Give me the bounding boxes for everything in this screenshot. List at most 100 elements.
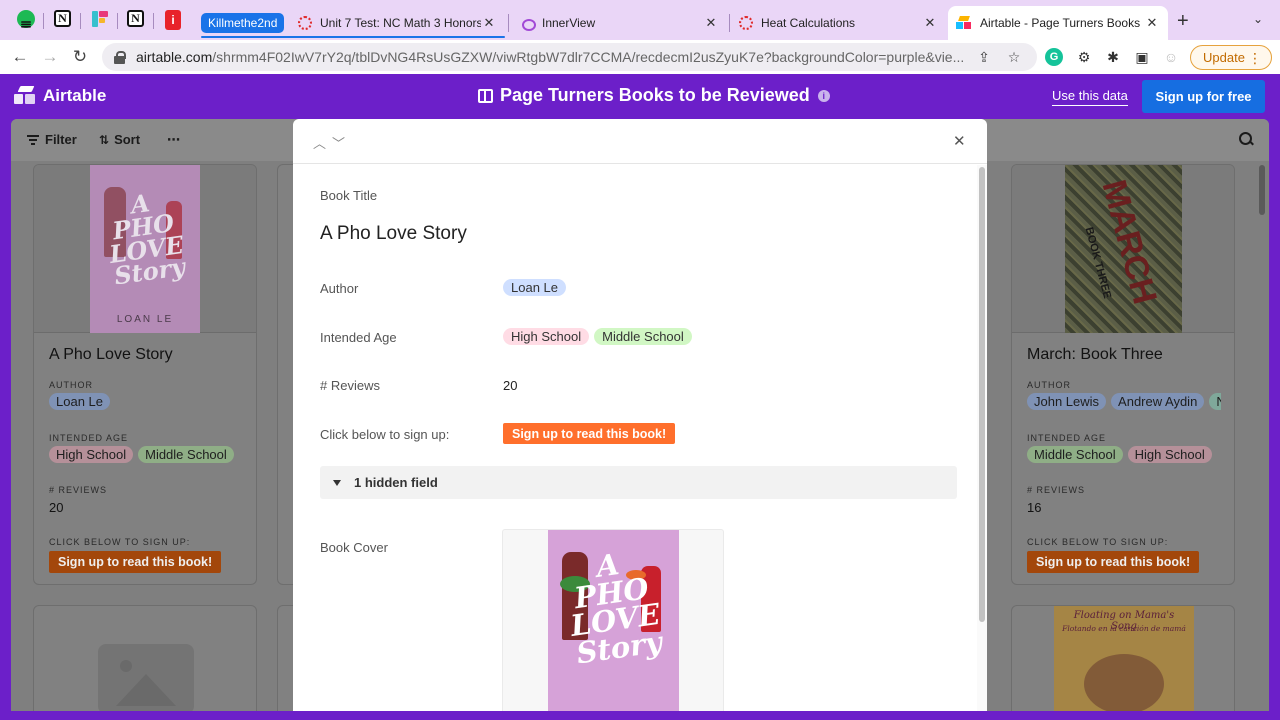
card-author-chips: Loan Le bbox=[49, 393, 110, 410]
more-options-button[interactable]: ⋯ bbox=[167, 132, 180, 148]
tab-close-icon[interactable]: ✕ bbox=[922, 15, 938, 31]
age-chip: Middle School bbox=[138, 446, 234, 463]
tab-innerview[interactable]: InnerView ✕ bbox=[512, 6, 727, 40]
info-icon[interactable]: i bbox=[817, 89, 830, 102]
browser-tab-strip: N N i Killmethe2nd Unit 7 Test: NC Math … bbox=[0, 0, 1280, 40]
bookmark-star-icon[interactable]: ☆ bbox=[1005, 48, 1023, 66]
tab-heat-calculations[interactable]: Heat Calculations ✕ bbox=[731, 6, 946, 40]
signup-label: Click below to sign up: bbox=[320, 427, 450, 442]
sort-label: Sort bbox=[114, 132, 141, 147]
extensions-puzzle-icon[interactable]: ✱ bbox=[1104, 48, 1122, 66]
sign-up-to-read-button[interactable]: Sign up to read this book! bbox=[503, 423, 676, 444]
tab-close-icon[interactable]: ✕ bbox=[1144, 15, 1160, 31]
share-icon[interactable]: ⇪ bbox=[975, 48, 993, 66]
tab-title: Heat Calculations bbox=[761, 16, 856, 30]
tab-separator bbox=[729, 14, 730, 32]
reload-icon[interactable]: ↻ bbox=[69, 46, 91, 68]
book-cover-attachment[interactable]: A PHO LOVE Story bbox=[502, 529, 724, 711]
card-reviews-value: 16 bbox=[1027, 500, 1042, 515]
tab-close-icon[interactable]: ✕ bbox=[703, 15, 719, 31]
sort-button[interactable]: ⇅ Sort bbox=[99, 132, 140, 147]
url-text[interactable]: airtable.com/shrmm4F02IwV7rY2q/tblDvNG4R… bbox=[136, 49, 966, 65]
card-signup-button[interactable]: Sign up to read this book! bbox=[1027, 551, 1200, 573]
cover-title-text: A PHO LOVE Story bbox=[568, 547, 664, 671]
card-age-chips: Middle School High School bbox=[1027, 446, 1212, 463]
card-author-chips: John Lewis Andrew Aydin N bbox=[1027, 393, 1221, 410]
new-tab-plus-icon[interactable]: + bbox=[1177, 10, 1189, 33]
close-icon[interactable]: ✕ bbox=[953, 132, 966, 150]
gallery-card-march-book-three[interactable]: MARCH BOOK THREE March: Book Three AUTHO… bbox=[1011, 164, 1235, 585]
previous-record-chevron-up-icon[interactable]: ︿ bbox=[313, 133, 327, 151]
cover-subtitle-text: Flotando en la canción de mamá bbox=[1062, 624, 1186, 633]
reviews-value: 20 bbox=[503, 378, 518, 393]
gallery-card-floating-on-mamas-song[interactable]: Floating on Mama's Song Flotando en la c… bbox=[1011, 605, 1235, 711]
tab-title: Unit 7 Test: NC Math 3 Honors bbox=[320, 16, 481, 30]
tab-close-icon[interactable]: ✕ bbox=[481, 15, 497, 31]
update-button[interactable]: Update ⋮ bbox=[1190, 45, 1272, 70]
airtable-logo[interactable]: Airtable bbox=[14, 86, 106, 106]
tab-separator bbox=[80, 13, 81, 29]
card-signup-button[interactable]: Sign up to read this book! bbox=[49, 551, 222, 573]
tab-group-label[interactable]: Killmethe2nd bbox=[201, 13, 285, 33]
filter-button[interactable]: Filter bbox=[27, 132, 77, 147]
tab-title: Airtable - Page Turners Books bbox=[980, 16, 1141, 30]
age-chip: High School bbox=[49, 446, 134, 463]
loading-favicon-icon bbox=[739, 16, 753, 30]
reviews-label: # Reviews bbox=[320, 378, 380, 393]
card-reviews-value: 20 bbox=[49, 500, 64, 515]
author-chips: Loan Le bbox=[503, 279, 566, 296]
card-age-chips: High School Middle School bbox=[49, 446, 234, 463]
tab-airtable-active[interactable]: Airtable - Page Turners Books ✕ bbox=[948, 6, 1168, 40]
loading-favicon-icon bbox=[298, 16, 312, 30]
search-icon[interactable] bbox=[1239, 132, 1253, 146]
card-field-label: AUTHOR bbox=[1027, 380, 1071, 390]
menu-kebab-icon[interactable]: ⋮ bbox=[1248, 50, 1262, 67]
notion-icon[interactable]: N bbox=[54, 10, 71, 27]
sign-up-free-button[interactable]: Sign up for free bbox=[1142, 80, 1265, 113]
address-bar[interactable]: airtable.com/shrmm4F02IwV7rY2q/tblDvNG4R… bbox=[102, 43, 1037, 71]
tab-search-chevron-icon[interactable]: ⌄ bbox=[1253, 12, 1269, 28]
profile-avatar-icon[interactable]: ☺ bbox=[1162, 48, 1180, 66]
back-arrow-icon[interactable]: ← bbox=[9, 46, 31, 68]
filter-label: Filter bbox=[45, 132, 77, 147]
freckle-app-icon[interactable] bbox=[91, 10, 109, 28]
image-placeholder-icon bbox=[98, 644, 194, 711]
page-scrollbar-thumb[interactable] bbox=[1259, 165, 1265, 215]
book-title-label: Book Title bbox=[320, 188, 378, 203]
card-field-label: INTENDED AGE bbox=[49, 433, 129, 443]
tab-unit-7-test[interactable]: Unit 7 Test: NC Math 3 Honors ✕ bbox=[290, 6, 505, 40]
red-app-icon[interactable]: i bbox=[165, 10, 181, 30]
cover-author-text: LOAN LE bbox=[116, 314, 174, 325]
hidden-fields-toggle[interactable]: 1 hidden field bbox=[320, 466, 957, 499]
filter-icon bbox=[27, 134, 39, 145]
author-label: Author bbox=[320, 281, 359, 296]
tab-separator bbox=[508, 14, 509, 32]
modal-scrollbar-thumb[interactable] bbox=[979, 167, 985, 622]
notion-icon[interactable]: N bbox=[127, 10, 144, 27]
gallery-card-no-cover[interactable] bbox=[33, 605, 257, 711]
gallery-card-pho-love-story[interactable]: A PHO LOVE Story LOAN LE A Pho Love Story A… bbox=[33, 164, 257, 585]
base-title: Page Turners Books to be Reviewed i bbox=[478, 85, 830, 106]
age-chip: High School bbox=[1127, 446, 1212, 463]
age-chip: Middle School bbox=[1027, 446, 1123, 463]
sort-arrows-icon: ⇅ bbox=[99, 132, 110, 147]
side-panel-icon[interactable]: ▣ bbox=[1133, 48, 1151, 66]
card-field-label: AUTHOR bbox=[49, 380, 93, 390]
lock-icon[interactable] bbox=[114, 50, 126, 64]
forward-arrow-icon[interactable]: → bbox=[39, 46, 61, 68]
spotify-icon[interactable] bbox=[17, 10, 35, 28]
author-chip: Loan Le bbox=[503, 279, 566, 296]
extension-gear-icon[interactable]: ⚙ bbox=[1075, 48, 1093, 66]
age-chip-high-school: High School bbox=[503, 328, 590, 345]
grammarly-extension-icon[interactable]: G bbox=[1045, 48, 1063, 66]
use-this-data-link[interactable]: Use this data bbox=[1052, 88, 1128, 106]
record-expand-modal: ︿ ﹀ ✕ Book Title A Pho Love Story Author… bbox=[293, 119, 987, 711]
book-cover-image: A PHO LOVE Story LOAN LE bbox=[90, 165, 200, 333]
tab-separator bbox=[43, 13, 44, 29]
next-record-chevron-down-icon[interactable]: ﹀ bbox=[332, 133, 346, 151]
caret-down-icon bbox=[333, 479, 341, 486]
book-icon bbox=[478, 88, 493, 103]
card-field-label: # REVIEWS bbox=[49, 485, 108, 495]
book-cover-label: Book Cover bbox=[320, 540, 388, 555]
intended-age-chips: High School Middle School bbox=[503, 328, 692, 345]
